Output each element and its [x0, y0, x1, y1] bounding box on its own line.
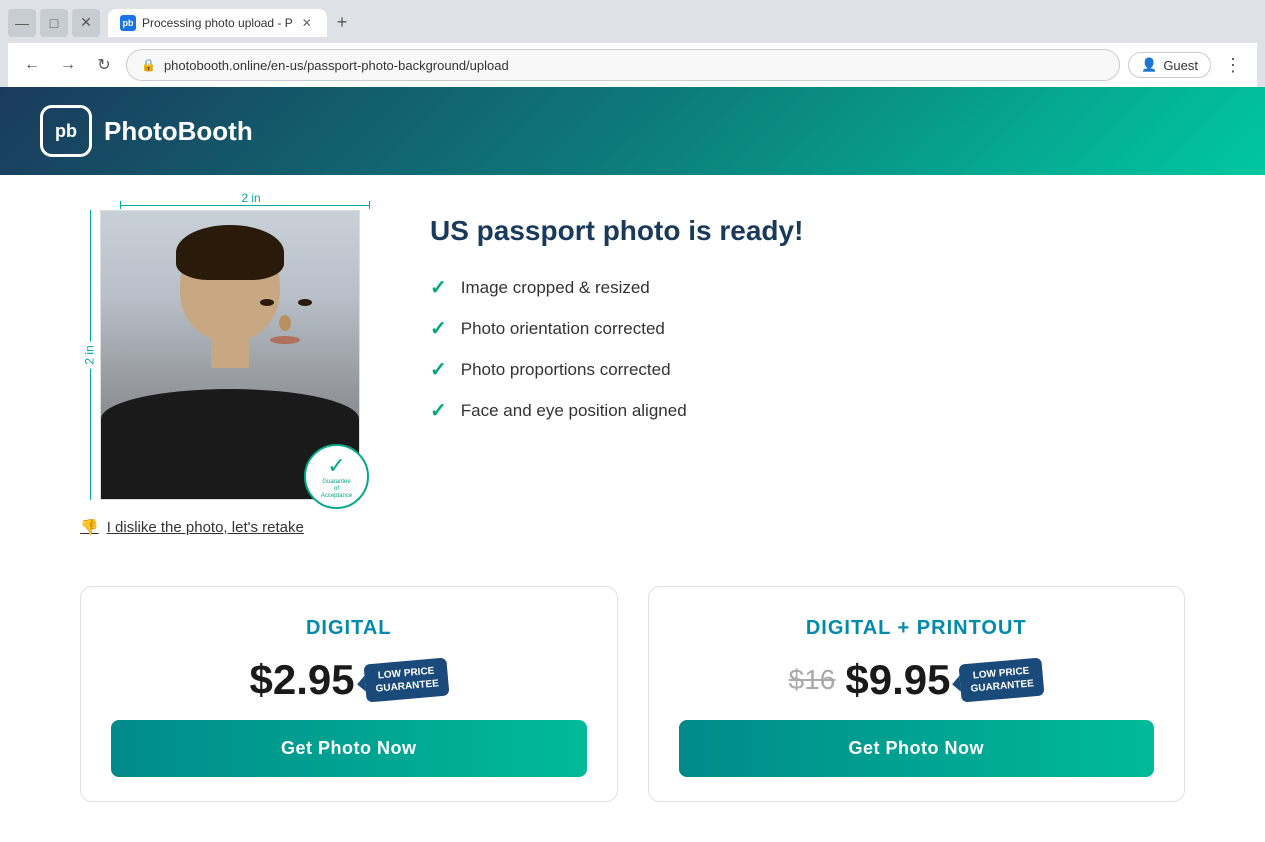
feature-list: ✓ Image cropped & resized ✓ Photo orient…: [430, 275, 1185, 423]
check-icon-3: ✓: [430, 357, 447, 382]
feature-label-1: Image cropped & resized: [461, 278, 650, 298]
feature-item-2: ✓ Photo orientation corrected: [430, 316, 1185, 341]
tab-title: Processing photo upload - P: [142, 16, 293, 30]
active-tab[interactable]: pb Processing photo upload - P ✕: [108, 9, 327, 37]
get-photo-button-digital[interactable]: Get Photo Now: [111, 720, 587, 777]
price-digital: $2.95: [250, 656, 355, 704]
check-icon-4: ✓: [430, 398, 447, 423]
person-nose: [279, 315, 291, 331]
dimension-side: 2 in: [80, 210, 100, 500]
check-icon-2: ✓: [430, 316, 447, 341]
logo: pb PhotoBooth: [40, 105, 253, 157]
guarantee-text: Guarantee of Acceptance: [321, 479, 352, 501]
new-tab-button[interactable]: +: [329, 8, 356, 37]
pricing-section: DIGITAL $2.95 LOW PRICE GUARANTEE Get Ph…: [0, 566, 1265, 842]
feature-label-2: Photo orientation corrected: [461, 319, 665, 339]
forward-button[interactable]: →: [54, 51, 82, 79]
logo-icon-text: pb: [55, 121, 77, 142]
feature-item-4: ✓ Face and eye position aligned: [430, 398, 1185, 423]
guarantee-check-icon: ✓: [327, 453, 345, 479]
info-section: US passport photo is ready! ✓ Image crop…: [430, 205, 1185, 423]
guarantee-line2: of: [321, 486, 352, 493]
width-label: 2 in: [237, 191, 264, 205]
tab-close-button[interactable]: ✕: [299, 15, 315, 31]
guarantee-badge: ✓ Guarantee of Acceptance: [304, 444, 369, 509]
price-row-printout: $16 $9.95 LOW PRICE GUARANTEE: [789, 656, 1044, 704]
back-button[interactable]: ←: [18, 51, 46, 79]
vertical-dimension-line: 2 in: [90, 210, 91, 500]
security-icon: 🔒: [141, 58, 156, 72]
titlebar: — □ ✕ pb Processing photo upload - P ✕ +: [8, 8, 1257, 37]
photo-section: 2 in 2 in: [80, 205, 370, 536]
page-content: pb PhotoBooth 2 in 2 in: [0, 87, 1265, 842]
passport-photo: ✓ Guarantee of Acceptance: [100, 210, 360, 500]
price-printout: $9.95: [845, 656, 950, 704]
url-text: photobooth.online/en-us/passport-photo-b…: [164, 58, 509, 73]
retake-label: I dislike the photo, let's retake: [107, 519, 304, 536]
pricing-card-digital: DIGITAL $2.95 LOW PRICE GUARANTEE Get Ph…: [80, 586, 618, 802]
browser-toolbar: ← → ↻ 🔒 photobooth.online/en-us/passport…: [8, 43, 1257, 87]
feature-label-4: Face and eye position aligned: [461, 401, 687, 421]
main-content: 2 in 2 in: [0, 175, 1265, 566]
photo-frame-container: 2 in 2 in: [80, 205, 370, 500]
get-photo-button-printout[interactable]: Get Photo Now: [679, 720, 1155, 777]
price-badge-printout: LOW PRICE GUARANTEE: [959, 657, 1045, 702]
guarantee-line1: Guarantee: [321, 479, 352, 486]
feature-item-3: ✓ Photo proportions corrected: [430, 357, 1185, 382]
price-old-printout: $16: [789, 664, 836, 696]
profile-button[interactable]: 👤 Guest: [1128, 52, 1211, 78]
reload-button[interactable]: ↻: [90, 51, 118, 79]
profile-icon: 👤: [1141, 57, 1157, 73]
tab-bar: pb Processing photo upload - P ✕ +: [108, 8, 355, 37]
logo-icon: pb: [40, 105, 92, 157]
window-controls[interactable]: — □ ✕: [8, 9, 100, 37]
browser-chrome: — □ ✕ pb Processing photo upload - P ✕ +…: [0, 0, 1265, 87]
person-eye-right: [298, 299, 312, 306]
retake-link[interactable]: 👎 I dislike the photo, let's retake: [80, 518, 370, 536]
person-hair: [176, 225, 284, 280]
feature-label-3: Photo proportions corrected: [461, 360, 671, 380]
price-row-digital: $2.95 LOW PRICE GUARANTEE: [250, 656, 448, 704]
ready-title: US passport photo is ready!: [430, 215, 1185, 247]
minimize-button[interactable]: —: [8, 9, 36, 37]
site-header: pb PhotoBooth: [0, 87, 1265, 175]
thumbs-down-icon: 👎: [80, 518, 99, 536]
brand-name: PhotoBooth: [104, 116, 253, 147]
guarantee-line3: Acceptance: [321, 493, 352, 500]
card-title-printout: DIGITAL + PRINTOUT: [806, 617, 1027, 640]
feature-item-1: ✓ Image cropped & resized: [430, 275, 1185, 300]
check-icon-1: ✓: [430, 275, 447, 300]
card-title-digital: DIGITAL: [306, 617, 392, 640]
address-bar[interactable]: 🔒 photobooth.online/en-us/passport-photo…: [126, 49, 1120, 81]
dimension-top: 2 in: [100, 205, 370, 206]
tab-favicon: pb: [120, 15, 136, 31]
person-mouth: [270, 336, 300, 344]
maximize-button[interactable]: □: [40, 9, 68, 37]
person-neck: [211, 333, 249, 368]
price-badge-digital: LOW PRICE GUARANTEE: [363, 657, 449, 702]
browser-menu-button[interactable]: ⋮: [1219, 51, 1247, 79]
profile-label: Guest: [1163, 58, 1198, 73]
person-eye-left: [260, 299, 274, 306]
horizontal-dimension-line: 2 in: [120, 205, 370, 206]
pricing-card-printout: DIGITAL + PRINTOUT $16 $9.95 LOW PRICE G…: [648, 586, 1186, 802]
close-button[interactable]: ✕: [72, 9, 100, 37]
height-label: 2 in: [81, 341, 99, 368]
photo-row: 2 in: [80, 210, 370, 500]
